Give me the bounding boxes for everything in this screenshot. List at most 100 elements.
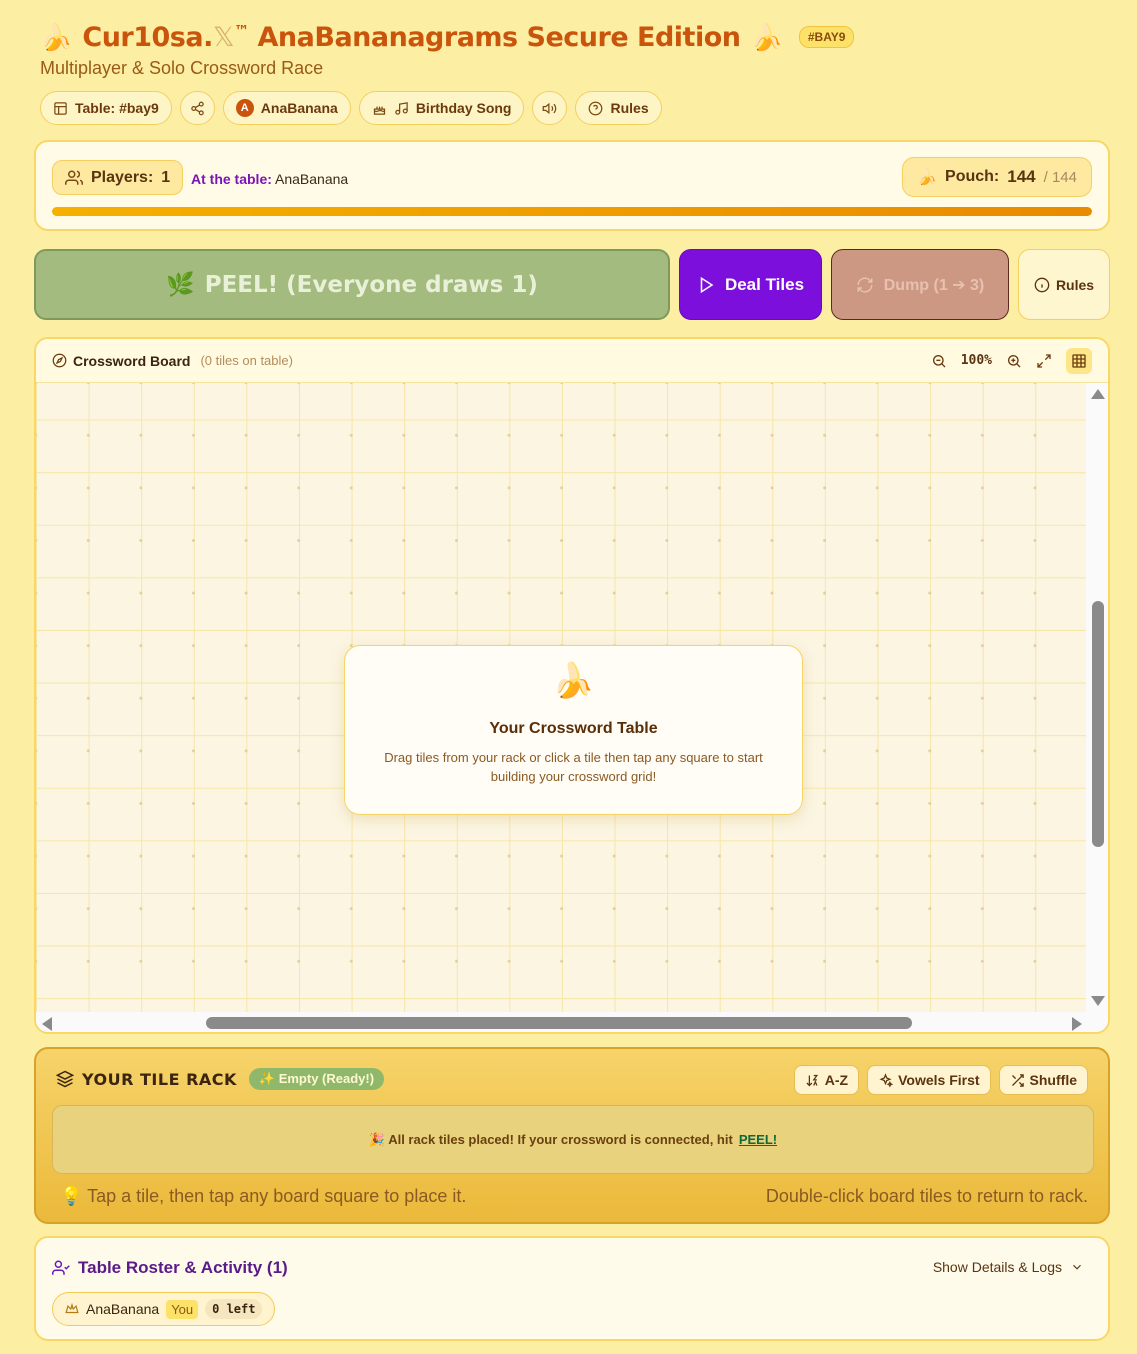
help-circle-icon [589, 101, 603, 115]
you-badge: You [166, 1299, 199, 1319]
table-pill[interactable]: Table: #bay9 [40, 91, 172, 125]
horizontal-scroll-thumb[interactable] [206, 1017, 912, 1029]
table-pill-label: Table: #bay9 [75, 100, 159, 116]
rules-button[interactable]: Rules [1018, 249, 1110, 320]
music-note-icon [395, 101, 408, 115]
layers-icon [56, 1070, 74, 1088]
rack-title: YOUR TILE RACK [82, 1069, 237, 1089]
banana-icon: 🍌 [552, 662, 595, 700]
pouch-pill: 🍌 Pouch: 144 / 144 [902, 157, 1092, 197]
users-icon [65, 170, 83, 185]
vertical-scroll-thumb[interactable] [1092, 601, 1104, 847]
speaker-icon [543, 102, 557, 114]
roster-title: Table Roster & Activity (1) [78, 1258, 288, 1277]
shuffle-button[interactable]: Shuffle [998, 1065, 1088, 1095]
rules-pill[interactable]: Rules [575, 91, 662, 125]
table-code-badge: #BAY9 [798, 26, 855, 48]
at-table-names: AnaBanana [275, 171, 349, 187]
title-row: 🍌 Cur10sa.𝕏™ AnaBananagrams Secure Editi… [40, 16, 1110, 58]
board-grid[interactable]: 🍌 Your Crossword Table Drag tiles from y… [36, 383, 1086, 1012]
roster-card: Table Roster & Activity (1) Show Details… [34, 1236, 1110, 1341]
vertical-scrollbar[interactable] [1086, 383, 1108, 1012]
rules-pill-label: Rules [610, 100, 649, 116]
banana-icon: 🍌 [40, 22, 73, 52]
empty-board-text: Drag tiles from your rack or click a til… [384, 750, 763, 784]
peel-link[interactable]: PEEL! [739, 1132, 777, 1147]
app-header: 🍌 Cur10sa.𝕏™ AnaBananagrams Secure Editi… [40, 16, 1110, 125]
tile-rack: YOUR TILE RACK ✨ Empty (Ready!) A-Z Vowe… [34, 1047, 1110, 1224]
scroll-right-icon[interactable] [1072, 1017, 1082, 1031]
expand-icon[interactable] [1036, 353, 1052, 369]
refresh-icon [857, 276, 873, 293]
sprout-icon: 🌿 [166, 272, 195, 298]
deal-tiles-button[interactable]: Deal Tiles [679, 249, 822, 320]
rules-label: Rules [1055, 276, 1095, 293]
empty-board-title: Your Crossword Table [489, 720, 658, 737]
board-header: Crossword Board (0 tiles on table) 100% [36, 339, 1108, 383]
tiles-left-badge: 0 left [205, 1299, 263, 1319]
song-label: Birthday Song [415, 100, 512, 116]
grid-icon [1072, 353, 1086, 368]
roster-header: Table Roster & Activity (1) [52, 1258, 288, 1278]
user-check-icon [52, 1260, 70, 1275]
avatar: A [235, 99, 254, 117]
sparkles-icon [879, 1072, 894, 1088]
sort-az-label: A-Z [824, 1072, 849, 1088]
zoom-in-icon[interactable] [1006, 353, 1022, 369]
share-icon [191, 101, 204, 115]
roster-player-chip: AnaBanana You 0 left [52, 1292, 276, 1326]
app-title: Cur10sa.𝕏™ AnaBananagrams Secure Edition [82, 21, 741, 53]
chevron-down-icon [1073, 1264, 1081, 1270]
pouch-progress-fill [52, 207, 1092, 216]
vowels-first-button[interactable]: Vowels First [867, 1065, 991, 1095]
rack-slots[interactable]: 🎉 All rack tiles placed! If your crosswo… [52, 1105, 1094, 1174]
shuffle-label: Shuffle [1029, 1072, 1077, 1088]
cake-icon [373, 106, 385, 115]
players-count-pill: Players: 1 [52, 160, 184, 195]
rack-tools: A-Z Vowels First Shuffle [793, 1065, 1088, 1095]
grid-toggle-button[interactable] [1066, 347, 1092, 374]
players-count: 1 [161, 168, 171, 186]
players-card: Players: 1 At the table: AnaBanana 🍌 Pou… [34, 140, 1110, 231]
compass-icon [52, 353, 67, 368]
sort-icon [806, 1074, 818, 1086]
pouch-count: 144 [1007, 167, 1036, 186]
rack-header: YOUR TILE RACK ✨ Empty (Ready!) [56, 1068, 385, 1090]
at-table-text: At the table: AnaBanana [191, 171, 348, 187]
pouch-label: Pouch: [945, 168, 1000, 185]
scroll-up-icon[interactable] [1091, 389, 1105, 399]
dump-button[interactable]: Dump (1 ➔ 3) [831, 249, 1009, 320]
app-subtitle: Multiplayer & Solo Crossword Race [40, 58, 324, 78]
peel-button[interactable]: 🌿 PEEL! (Everyone draws 1) [34, 249, 670, 320]
user-name: AnaBanana [260, 100, 338, 116]
deal-label: Deal Tiles [724, 274, 805, 294]
peel-label: PEEL! (Everyone draws 1) [204, 271, 538, 298]
crown-icon [65, 1302, 79, 1314]
horizontal-scrollbar[interactable] [36, 1012, 1108, 1032]
show-details-toggle[interactable]: Show Details & Logs [933, 1259, 1084, 1275]
zoom-level: 100% [960, 353, 992, 368]
info-icon [1034, 277, 1050, 292]
vowels-first-label: Vowels First [898, 1072, 980, 1088]
user-pill[interactable]: A AnaBanana [222, 91, 351, 125]
sound-toggle-button[interactable] [532, 91, 568, 125]
crossword-board: Crossword Board (0 tiles on table) 100% … [34, 337, 1110, 1034]
scroll-left-icon[interactable] [42, 1017, 52, 1031]
play-icon [700, 276, 714, 293]
show-details-label: Show Details & Logs [932, 1259, 1062, 1275]
share-button[interactable] [179, 91, 215, 125]
banana-icon: 🍌 [917, 169, 938, 186]
header-pill-row: Table: #bay9 A AnaBanana Birthday Song R… [40, 91, 1110, 125]
players-label: Players: [91, 168, 154, 186]
song-pill[interactable]: Birthday Song [358, 91, 525, 125]
rack-hint-right: Double-click board tiles to return to ra… [765, 1186, 1088, 1206]
zoom-out-icon[interactable] [931, 353, 947, 369]
scroll-down-icon[interactable] [1091, 996, 1105, 1006]
sort-az-button[interactable]: A-Z [793, 1065, 860, 1095]
at-table-label: At the table: [191, 171, 272, 187]
rack-message: 🎉 All rack tiles placed! If your crosswo… [368, 1131, 733, 1147]
rack-hint-left: 💡 Tap a tile, then tap any board square … [60, 1186, 467, 1206]
board-title: Crossword Board [73, 352, 191, 369]
banana-icon: 🍌 [750, 22, 783, 52]
rack-status-badge: ✨ Empty (Ready!) [248, 1068, 385, 1090]
